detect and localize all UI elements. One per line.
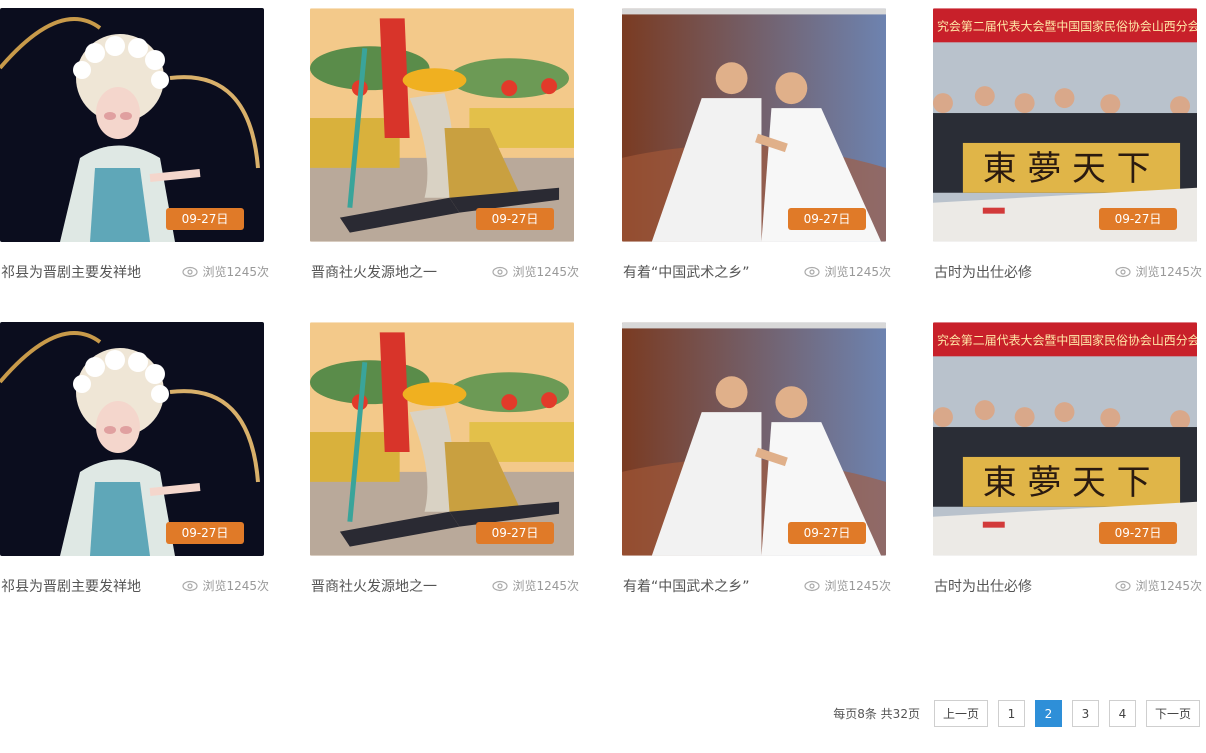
eye-icon	[492, 266, 509, 277]
card-thumbnail[interactable]: 究会第二届代表大会暨中国国家民俗协会山西分会成立 東 夢 天 下 09-27日	[933, 322, 1197, 556]
martial-arts-icon	[622, 8, 886, 242]
gallery-card[interactable]: 09-27日 有着“中国武术之乡” 浏览1245次	[622, 8, 891, 298]
gallery-card[interactable]: 09-27日 有着“中国武术之乡” 浏览1245次	[622, 322, 891, 612]
view-count-text: 浏览1245次	[512, 265, 579, 279]
card-title[interactable]: 晋商社火发源地之一	[311, 576, 437, 596]
card-title[interactable]: 有着“中国武术之乡”	[623, 262, 750, 282]
view-count: 浏览1245次	[492, 577, 579, 594]
date-badge: 09-27日	[788, 522, 866, 544]
opera-icon	[0, 8, 264, 242]
page-button-4[interactable]: 4	[1108, 700, 1136, 727]
calligraphy-icon: 究会第二届代表大会暨中国国家民俗协会山西分会成立 東 夢 天 下	[933, 8, 1197, 242]
date-badge: 09-27日	[788, 208, 866, 230]
card-title[interactable]: 古时为出仕必修	[934, 262, 1032, 282]
date-badge: 09-27日	[476, 208, 554, 230]
shehuo-icon	[310, 8, 574, 242]
gallery-card[interactable]: 09-27日 晋商社火发源地之一 浏览1245次	[310, 322, 579, 612]
gallery-card[interactable]: 究会第二届代表大会暨中国国家民俗协会山西分会成立 東 夢 天 下 09-27日 …	[933, 322, 1202, 612]
card-meta: 有着“中国武术之乡” 浏览1245次	[623, 576, 891, 596]
card-meta: 晋商社火发源地之一 浏览1245次	[311, 262, 579, 282]
eye-icon	[182, 266, 199, 277]
page-button-1[interactable]: 1	[997, 700, 1025, 727]
eye-icon	[182, 580, 199, 591]
banner-text: 究会第二届代表大会暨中国国家民俗协会山西分会成立	[937, 332, 1197, 347]
view-count: 浏览1245次	[182, 263, 269, 280]
view-count-text: 浏览1245次	[1135, 265, 1202, 279]
gallery-card[interactable]: 09-27日 晋商社火发源地之一 浏览1245次	[310, 8, 579, 298]
svg-text:東 夢 天 下: 東 夢 天 下	[983, 463, 1151, 502]
view-count: 浏览1245次	[1115, 263, 1202, 280]
calligraphy-icon: 究会第二届代表大会暨中国国家民俗协会山西分会成立 東 夢 天 下	[933, 322, 1197, 556]
eye-icon	[1115, 580, 1132, 591]
date-badge: 09-27日	[1099, 522, 1177, 544]
pagination-info: 每页8条 共32页	[833, 707, 920, 721]
card-title[interactable]: 晋商社火发源地之一	[311, 262, 437, 282]
prev-page-button[interactable]: 上一页	[933, 700, 988, 727]
view-count-text: 浏览1245次	[824, 265, 891, 279]
card-thumbnail[interactable]: 09-27日	[0, 322, 264, 556]
date-badge: 09-27日	[1099, 208, 1177, 230]
view-count: 浏览1245次	[804, 263, 891, 280]
view-count-text: 浏览1245次	[824, 579, 891, 593]
card-meta: 祁县为晋剧主要发祥地 浏览1245次	[1, 576, 269, 596]
card-title[interactable]: 祁县为晋剧主要发祥地	[1, 262, 141, 282]
opera-icon	[0, 322, 264, 556]
card-thumbnail[interactable]: 究会第二届代表大会暨中国国家民俗协会山西分会成立 東 夢 天 下 09-27日	[933, 8, 1197, 242]
eye-icon	[1115, 266, 1132, 277]
next-page-button[interactable]: 下一页	[1145, 700, 1200, 727]
card-meta: 古时为出仕必修 浏览1245次	[934, 576, 1202, 596]
eye-icon	[804, 580, 821, 591]
card-meta: 古时为出仕必修 浏览1245次	[934, 262, 1202, 282]
view-count-text: 浏览1245次	[202, 265, 269, 279]
date-badge: 09-27日	[166, 522, 244, 544]
page-button-2-current[interactable]: 2	[1034, 700, 1062, 727]
card-thumbnail[interactable]: 09-27日	[310, 8, 574, 242]
view-count-text: 浏览1245次	[202, 579, 269, 593]
card-thumbnail[interactable]: 09-27日	[310, 322, 574, 556]
banner-text: 究会第二届代表大会暨中国国家民俗协会山西分会成立	[937, 18, 1197, 33]
eye-icon	[492, 580, 509, 591]
svg-text:東 夢 天 下: 東 夢 天 下	[983, 149, 1151, 188]
eye-icon	[804, 266, 821, 277]
date-badge: 09-27日	[476, 522, 554, 544]
card-thumbnail[interactable]: 09-27日	[0, 8, 264, 242]
view-count: 浏览1245次	[1115, 577, 1202, 594]
martial-arts-icon	[622, 322, 886, 556]
view-count: 浏览1245次	[182, 577, 269, 594]
page-button-3[interactable]: 3	[1071, 700, 1099, 727]
pagination: 每页8条 共32页 上一页 1 2 3 4 下一页	[833, 700, 1200, 727]
shehuo-icon	[310, 322, 574, 556]
gallery-card[interactable]: 究会第二届代表大会暨中国国家民俗协会山西分会成立 東 夢 天 下 09-27日 …	[933, 8, 1202, 298]
view-count-text: 浏览1245次	[512, 579, 579, 593]
card-title[interactable]: 古时为出仕必修	[934, 576, 1032, 596]
card-meta: 祁县为晋剧主要发祥地 浏览1245次	[1, 262, 269, 282]
card-title[interactable]: 祁县为晋剧主要发祥地	[1, 576, 141, 596]
card-meta: 有着“中国武术之乡” 浏览1245次	[623, 262, 891, 282]
gallery-card[interactable]: 09-27日 祁县为晋剧主要发祥地 浏览1245次	[0, 322, 269, 612]
card-thumbnail[interactable]: 09-27日	[622, 8, 886, 242]
view-count: 浏览1245次	[492, 263, 579, 280]
date-badge: 09-27日	[166, 208, 244, 230]
card-title[interactable]: 有着“中国武术之乡”	[623, 576, 750, 596]
view-count: 浏览1245次	[804, 577, 891, 594]
gallery-card[interactable]: 09-27日 祁县为晋剧主要发祥地 浏览1245次	[0, 8, 269, 298]
card-thumbnail[interactable]: 09-27日	[622, 322, 886, 556]
view-count-text: 浏览1245次	[1135, 579, 1202, 593]
card-meta: 晋商社火发源地之一 浏览1245次	[311, 576, 579, 596]
